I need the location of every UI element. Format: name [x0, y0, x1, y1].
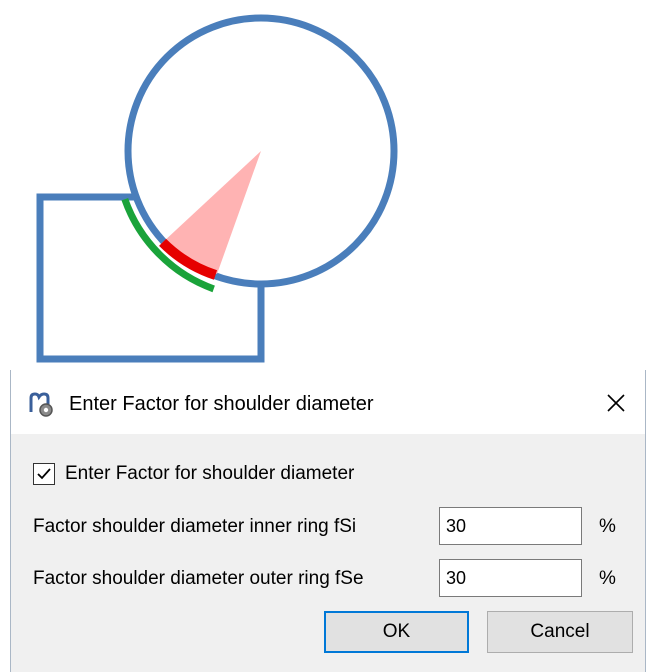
- inner-ring-unit: %: [599, 516, 616, 537]
- shoulder-diagram: [36, 14, 398, 363]
- shoulder-factor-checkbox-row[interactable]: Enter Factor for shoulder diameter: [33, 460, 354, 488]
- checkbox-label: Enter Factor for shoulder diameter: [65, 463, 355, 484]
- outer-ring-factor-label: Factor shoulder diameter outer ring fSe: [33, 568, 364, 589]
- dialog-title: Enter Factor for shoulder diameter: [69, 393, 374, 415]
- outer-ring-unit: %: [599, 568, 616, 589]
- outer-ring-factor-input[interactable]: [439, 559, 582, 597]
- gear-bearing-app-icon: [29, 392, 53, 417]
- checkmark-icon: [37, 468, 51, 480]
- shoulder-factor-checkbox[interactable]: [33, 463, 55, 485]
- cancel-button[interactable]: Cancel: [487, 611, 633, 653]
- close-button[interactable]: [595, 384, 637, 422]
- factor-dialog: Enter Factor for shoulder diameter Enter…: [10, 370, 646, 672]
- inner-ring-factor-label: Factor shoulder diameter inner ring fSi: [33, 516, 357, 537]
- inner-ring-factor-input[interactable]: [439, 507, 582, 545]
- close-icon: [607, 394, 625, 412]
- dialog-titlebar: Enter Factor for shoulder diameter: [11, 370, 645, 434]
- ok-button[interactable]: OK: [324, 611, 469, 653]
